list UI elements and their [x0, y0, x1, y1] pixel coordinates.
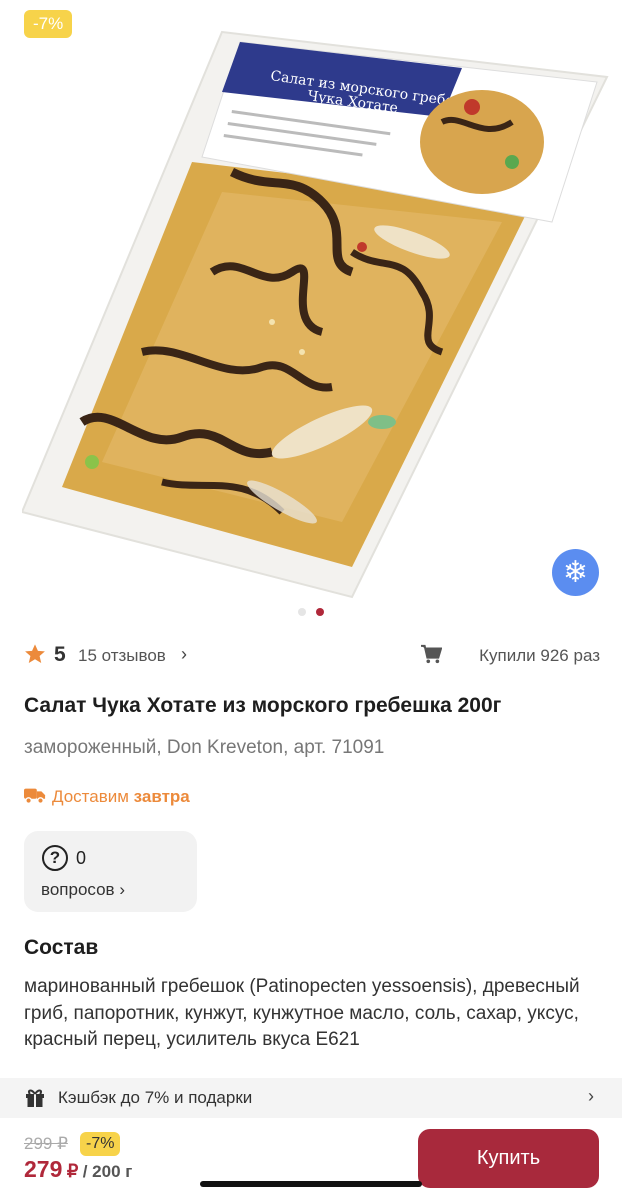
product-gallery[interactable]: -7% Салат из морского гребешка Чука Хота…	[0, 0, 622, 622]
price-discount-badge: -7%	[80, 1132, 121, 1156]
pagination-dot[interactable]	[298, 608, 306, 616]
questions-label: вопросов	[41, 880, 115, 899]
composition-text: маринованный гребешок (Patinopecten yess…	[24, 976, 580, 1050]
chevron-right-icon: ›	[119, 880, 125, 899]
bought-count: Купили 926 раз	[479, 646, 600, 665]
discount-badge: -7%	[24, 10, 73, 38]
rating-row: 5 15 отзывов › Купили 926 раз	[24, 640, 600, 672]
rating-value: 5	[54, 643, 66, 666]
current-price: 279 ₽ / 200 г	[24, 1156, 132, 1183]
home-indicator[interactable]	[200, 1181, 422, 1187]
product-title: Салат Чука Хотате из морского гребешка 2…	[24, 694, 502, 717]
cashback-banner[interactable]: Кэшбэк до 7% и подарки ›	[0, 1078, 622, 1118]
reviews-link[interactable]: 15 отзывов	[78, 646, 166, 666]
price-unit: / 200 г	[82, 1162, 133, 1181]
product-subtitle: замороженный, Don Kreveton, арт. 71091	[24, 737, 385, 758]
frozen-snowflake-icon[interactable]: ❄	[552, 549, 599, 596]
product-image: Салат из морского гребешка Чука Хотате	[22, 30, 609, 599]
buy-bar: 299 ₽ -7% 279 ₽ / 200 г Купить	[0, 1118, 622, 1200]
truck-icon	[24, 788, 46, 805]
questions-card[interactable]: ? 0 вопросов ›	[24, 831, 197, 912]
cart-icon	[421, 644, 442, 664]
old-price: 299 ₽	[24, 1134, 68, 1153]
cashback-text: Кэшбэк до 7% и подарки	[58, 1088, 253, 1107]
star-icon	[25, 644, 45, 663]
gift-icon	[26, 1089, 44, 1107]
question-icon: ?	[42, 845, 68, 871]
gallery-pagination	[0, 603, 622, 621]
price-value: 279	[24, 1156, 63, 1182]
composition-title: Состав	[24, 936, 99, 959]
questions-count: 0	[76, 848, 87, 868]
price-currency: ₽	[66, 1161, 79, 1181]
buy-button[interactable]: Купить	[418, 1129, 599, 1188]
pagination-dot-active[interactable]	[316, 608, 324, 616]
delivery-prefix: Доставим	[52, 787, 129, 806]
chevron-right-icon: ›	[588, 1086, 594, 1106]
chevron-right-icon[interactable]: ›	[181, 644, 187, 665]
delivery-day: завтра	[133, 787, 190, 806]
